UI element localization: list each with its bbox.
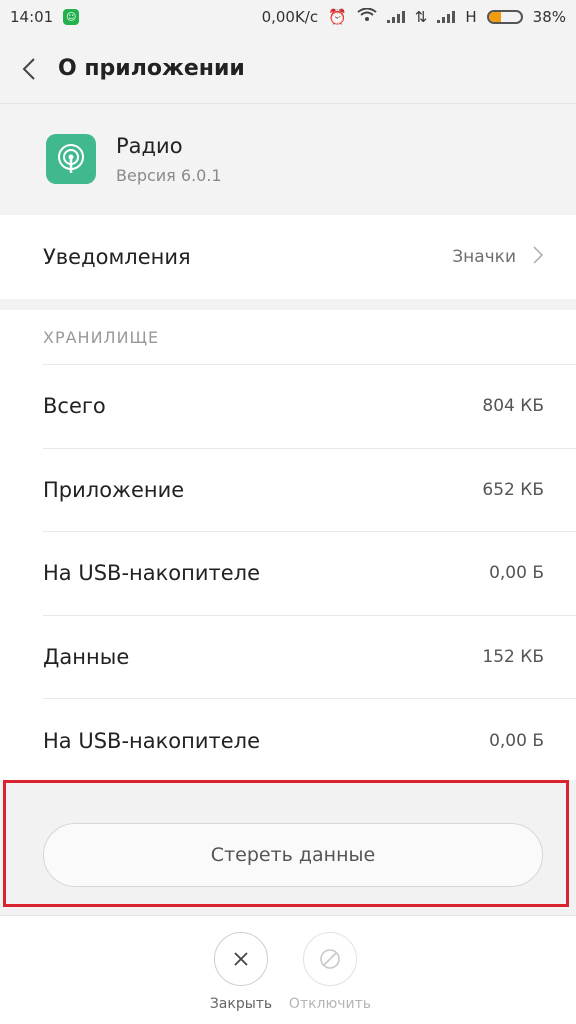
storage-row-value: 0,00 Б — [489, 563, 544, 584]
battery-level — [488, 12, 501, 22]
app-header: Радио Версия 6.0.1 — [0, 104, 576, 214]
storage-section: ХРАНИЛИЩЕ Всего 804 КБ Приложение 652 КБ… — [0, 310, 576, 780]
close-action[interactable]: Закрыть — [196, 932, 286, 1012]
storage-row-total: Всего 804 КБ — [43, 364, 576, 448]
alarm-icon: ⏰ — [328, 8, 347, 26]
battery-percent: 38% — [532, 8, 566, 26]
status-bar: 14:01 ☺ 0,00K/c ⏰ ⇅ H 38% — [0, 0, 576, 34]
chevron-left-icon — [22, 57, 35, 80]
storage-row-data: Данные 152 КБ — [43, 614, 576, 699]
notifications-value-group: Значки — [452, 245, 544, 269]
storage-row-label: На USB-накопителе — [43, 728, 261, 753]
network-type: H — [465, 8, 477, 26]
network-speed: 0,00K/c — [261, 8, 319, 26]
data-transfer-icon: ⇅ — [414, 8, 428, 26]
close-button[interactable] — [214, 932, 268, 986]
status-bar-left: 14:01 ☺ — [10, 8, 80, 26]
signal-icon-1 — [386, 11, 405, 23]
close-icon — [234, 952, 248, 966]
storage-row-label: Всего — [43, 394, 106, 419]
storage-row-label: Приложение — [43, 477, 185, 502]
notifications-label: Уведомления — [43, 245, 191, 269]
signal-icon-2 — [437, 11, 456, 23]
disable-action[interactable]: Отключить — [285, 932, 375, 1012]
status-bar-right: 0,00K/c ⏰ ⇅ H 38% — [261, 7, 566, 26]
app-info: Радио Версия 6.0.1 — [116, 134, 222, 185]
storage-row-value: 152 КБ — [482, 647, 544, 668]
disable-button[interactable] — [303, 932, 357, 986]
storage-section-title: ХРАНИЛИЩЕ — [43, 327, 160, 347]
disable-label: Отключить — [288, 996, 372, 1012]
page-title: О приложении — [58, 56, 245, 81]
app-version: Версия 6.0.1 — [116, 165, 222, 185]
radio-app-icon — [46, 134, 96, 184]
bottom-action-bar: Закрыть Отключить — [0, 915, 576, 1024]
top-bar: О приложении — [0, 34, 576, 104]
storage-row-data-usb: На USB-накопителе 0,00 Б — [43, 698, 576, 782]
chevron-right-icon — [532, 245, 544, 269]
back-button[interactable] — [0, 34, 58, 104]
storage-row-value: 0,00 Б — [489, 730, 544, 751]
storage-row-label: На USB-накопителе — [43, 561, 261, 586]
wifi-icon — [357, 7, 377, 26]
highlight-frame — [3, 780, 569, 907]
storage-row-label: Данные — [43, 645, 130, 670]
close-label: Закрыть — [209, 996, 273, 1012]
app-notification-icon: ☺ — [63, 9, 80, 25]
notifications-value: Значки — [452, 247, 516, 267]
battery-icon — [486, 10, 523, 24]
status-time: 14:01 — [10, 8, 54, 26]
storage-row-app: Приложение 652 КБ — [43, 447, 576, 532]
storage-row-value: 652 КБ — [482, 479, 544, 500]
disable-icon — [320, 949, 340, 969]
storage-row-app-usb: На USB-накопителе 0,00 Б — [43, 531, 576, 615]
notifications-row[interactable]: Уведомления Значки — [0, 215, 576, 299]
app-name: Радио — [116, 133, 183, 158]
storage-row-value: 804 КБ — [482, 396, 544, 417]
